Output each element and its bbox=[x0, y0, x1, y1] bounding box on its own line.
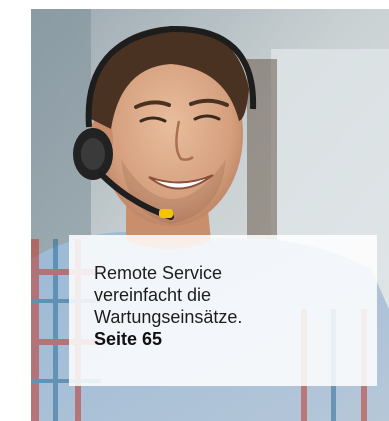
caption-text: Remote Service vereinfacht die Wartungse… bbox=[94, 263, 243, 327]
caption-box: Remote Service vereinfacht die Wartungse… bbox=[69, 235, 377, 386]
caption-page-reference: Seite 65 bbox=[94, 329, 163, 349]
page: Remote Service vereinfacht die Wartungse… bbox=[0, 0, 389, 421]
